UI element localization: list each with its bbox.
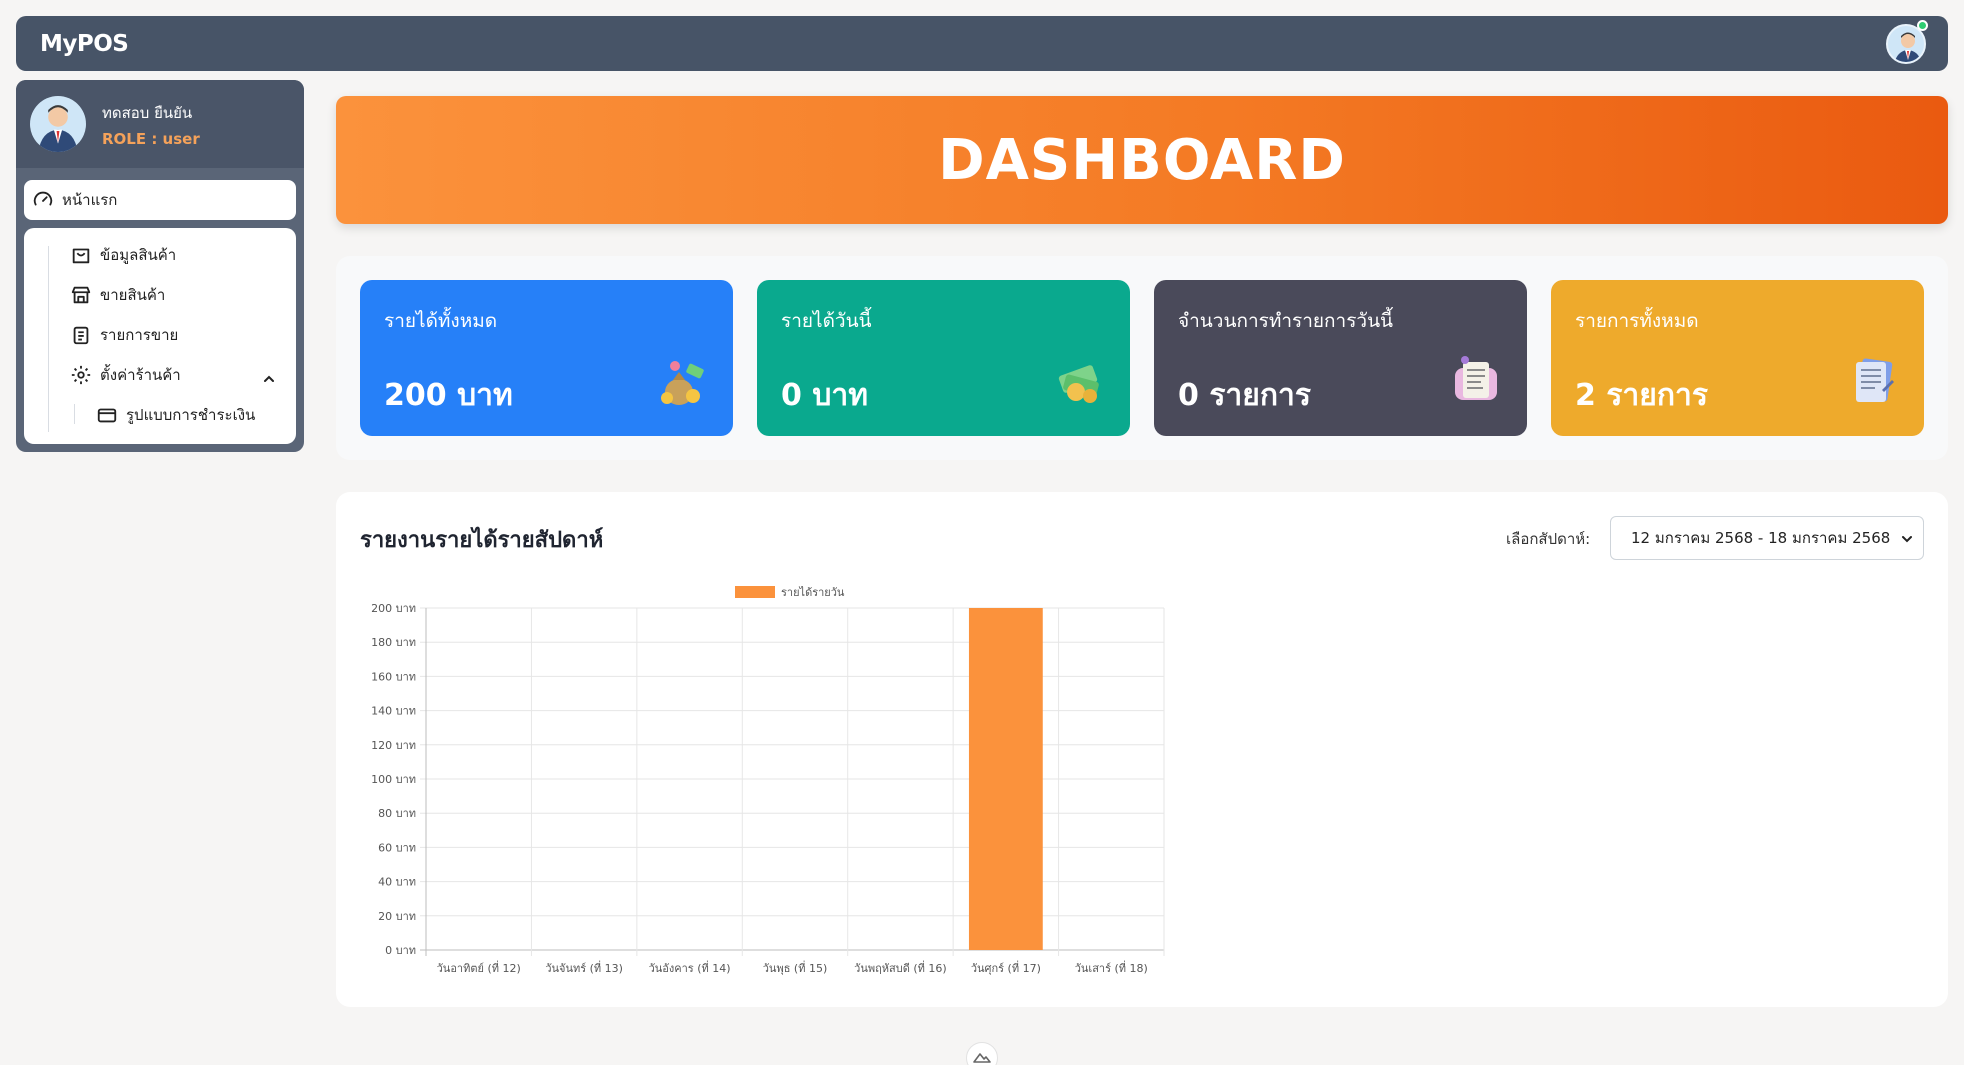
sidebar-item-home[interactable]: หน้าแรก <box>24 180 296 220</box>
x-tick-label: วันพุธ (ที่ 15) <box>763 960 828 975</box>
chart-bar <box>968 608 1043 950</box>
x-tick-label: วันพฤหัสบดี (ที่ 16) <box>854 960 947 975</box>
top-navbar: MyPOS <box>16 16 1948 71</box>
x-tick-label: วันศุกร์ (ที่ 17) <box>971 960 1041 975</box>
sidebar-item-payment-methods[interactable]: รูปแบบการชำระเงิน <box>96 402 255 428</box>
sidebar-item-label: หน้าแรก <box>62 191 118 209</box>
brand-logo[interactable]: MyPOS <box>40 31 129 57</box>
stat-value: 0 รายการ <box>1178 378 1311 413</box>
sidebar: ทดสอบ ยืนยัน ROLE : user หน้าแรก ข้อมูลส… <box>16 80 304 452</box>
income-bar-chart: 0 บาท 20 บาท 40 บาท 60 บาท 80 บาท 100 บาท 120 … <box>371 586 1165 975</box>
legend-swatch <box>735 586 775 598</box>
shopping-bag-icon <box>72 248 90 264</box>
coins-icon <box>1058 365 1099 403</box>
x-tick-label: วันอังคาร (ที่ 14) <box>649 960 731 975</box>
mountain-logo-icon <box>973 1053 991 1063</box>
y-tick-label: 200 บาท <box>371 602 416 615</box>
sidebar-item-label: ตั้งค่าร้านค้า <box>100 366 181 384</box>
sidebar-item-sales-list[interactable]: รายการขาย <box>70 322 178 348</box>
y-tick-label: 80 บาท <box>378 807 416 820</box>
weekly-income-report: รายงานรายได้รายสัปดาห์ เลือกสัปดาห์: 12 … <box>336 492 1948 1007</box>
sidebar-item-label: ขายสินค้า <box>100 286 166 304</box>
stat-value: 0 บาท <box>781 378 868 413</box>
y-tick-label: 140 บาท <box>371 705 416 718</box>
stat-card-today-income: รายได้วันนี้ 0 บาท <box>757 280 1130 436</box>
user-profile: ทดสอบ ยืนยัน ROLE : user <box>16 80 304 168</box>
stat-card-total-income: รายได้ทั้งหมด 200 บาท <box>360 280 733 436</box>
money-bag-icon <box>661 361 704 405</box>
x-tick-label: วันจันทร์ (ที่ 13) <box>545 960 623 975</box>
x-tick-label: วันอาทิตย์ (ที่ 12) <box>437 960 521 975</box>
credit-card-icon <box>97 408 117 423</box>
scroll-top-button[interactable] <box>966 1042 998 1065</box>
dashboard-banner: DASHBOARD <box>336 96 1948 224</box>
dashboard-gauge-icon <box>33 191 53 206</box>
stat-label: จำนวนการทำรายการวันนี้ <box>1178 310 1394 332</box>
page-title: DASHBOARD <box>938 127 1346 193</box>
legend-label: รายได้รายวัน <box>781 586 845 599</box>
clipboard-list-icon <box>73 326 89 345</box>
week-select-label: เลือกสัปดาห์: <box>1506 530 1591 548</box>
user-menu[interactable] <box>1886 19 1928 64</box>
stat-label: รายการทั้งหมด <box>1575 310 1699 332</box>
y-tick-label: 120 บาท <box>371 739 416 752</box>
week-select[interactable]: 12 มกราคม 2568 - 18 มกราคม 2568 <box>1610 516 1924 560</box>
user-role: ROLE : user <box>102 129 200 148</box>
document-icon <box>1856 358 1894 402</box>
stat-label: รายได้วันนี้ <box>781 310 872 332</box>
sidebar-item-label: รูปแบบการชำระเงิน <box>126 406 256 424</box>
stat-value: 200 บาท <box>384 378 513 413</box>
gear-icon <box>71 365 91 385</box>
stats-panel: รายได้ทั้งหมด 200 บาท รายได้วันนี้ 0 บาท… <box>336 256 1948 460</box>
report-title: รายงานรายได้รายสัปดาห์ <box>360 528 604 553</box>
store-icon <box>71 286 91 304</box>
sidebar-item-label: รายการขาย <box>100 326 179 344</box>
stat-card-today-transactions: จำนวนการทำรายการวันนี้ 0 รายการ <box>1154 280 1527 436</box>
tree-line <box>48 246 49 432</box>
stat-card-total-transactions: รายการทั้งหมด 2 รายการ <box>1551 280 1924 436</box>
sidebar-item-label: ข้อมูลสินค้า <box>100 246 177 264</box>
y-tick-label: 100 บาท <box>371 773 416 786</box>
y-tick-label: 40 บาท <box>378 876 416 889</box>
user-name: ทดสอบ ยืนยัน <box>102 103 193 122</box>
y-tick-label: 180 บาท <box>371 636 416 649</box>
y-tick-label: 160 บาท <box>371 670 416 683</box>
y-tick-label: 0 บาท <box>385 944 416 957</box>
stat-label: รายได้ทั้งหมด <box>384 310 498 332</box>
week-select-value: 12 มกราคม 2568 - 18 มกราคม 2568 <box>1631 529 1891 547</box>
stat-value: 2 รายการ <box>1575 378 1708 413</box>
sidebar-menu-group: ข้อมูลสินค้า ขายสินค้า รายการขาย ตั้งค่า… <box>24 228 296 444</box>
chevron-up-icon[interactable] <box>262 372 276 386</box>
sidebar-item-sell[interactable]: ขายสินค้า <box>70 282 165 308</box>
sidebar-item-products[interactable]: ข้อมูลสินค้า <box>70 242 176 268</box>
tree-line <box>74 404 75 424</box>
receipt-icon <box>1455 356 1497 400</box>
avatar <box>30 96 86 152</box>
y-tick-label: 20 บาท <box>378 910 416 923</box>
x-tick-label: วันเสาร์ (ที่ 18) <box>1075 960 1148 975</box>
y-tick-label: 60 บาท <box>378 841 416 854</box>
sidebar-item-store-settings[interactable]: ตั้งค่าร้านค้า <box>70 362 181 388</box>
chevron-down-icon <box>1902 536 1912 543</box>
online-status-indicator <box>1917 19 1928 31</box>
